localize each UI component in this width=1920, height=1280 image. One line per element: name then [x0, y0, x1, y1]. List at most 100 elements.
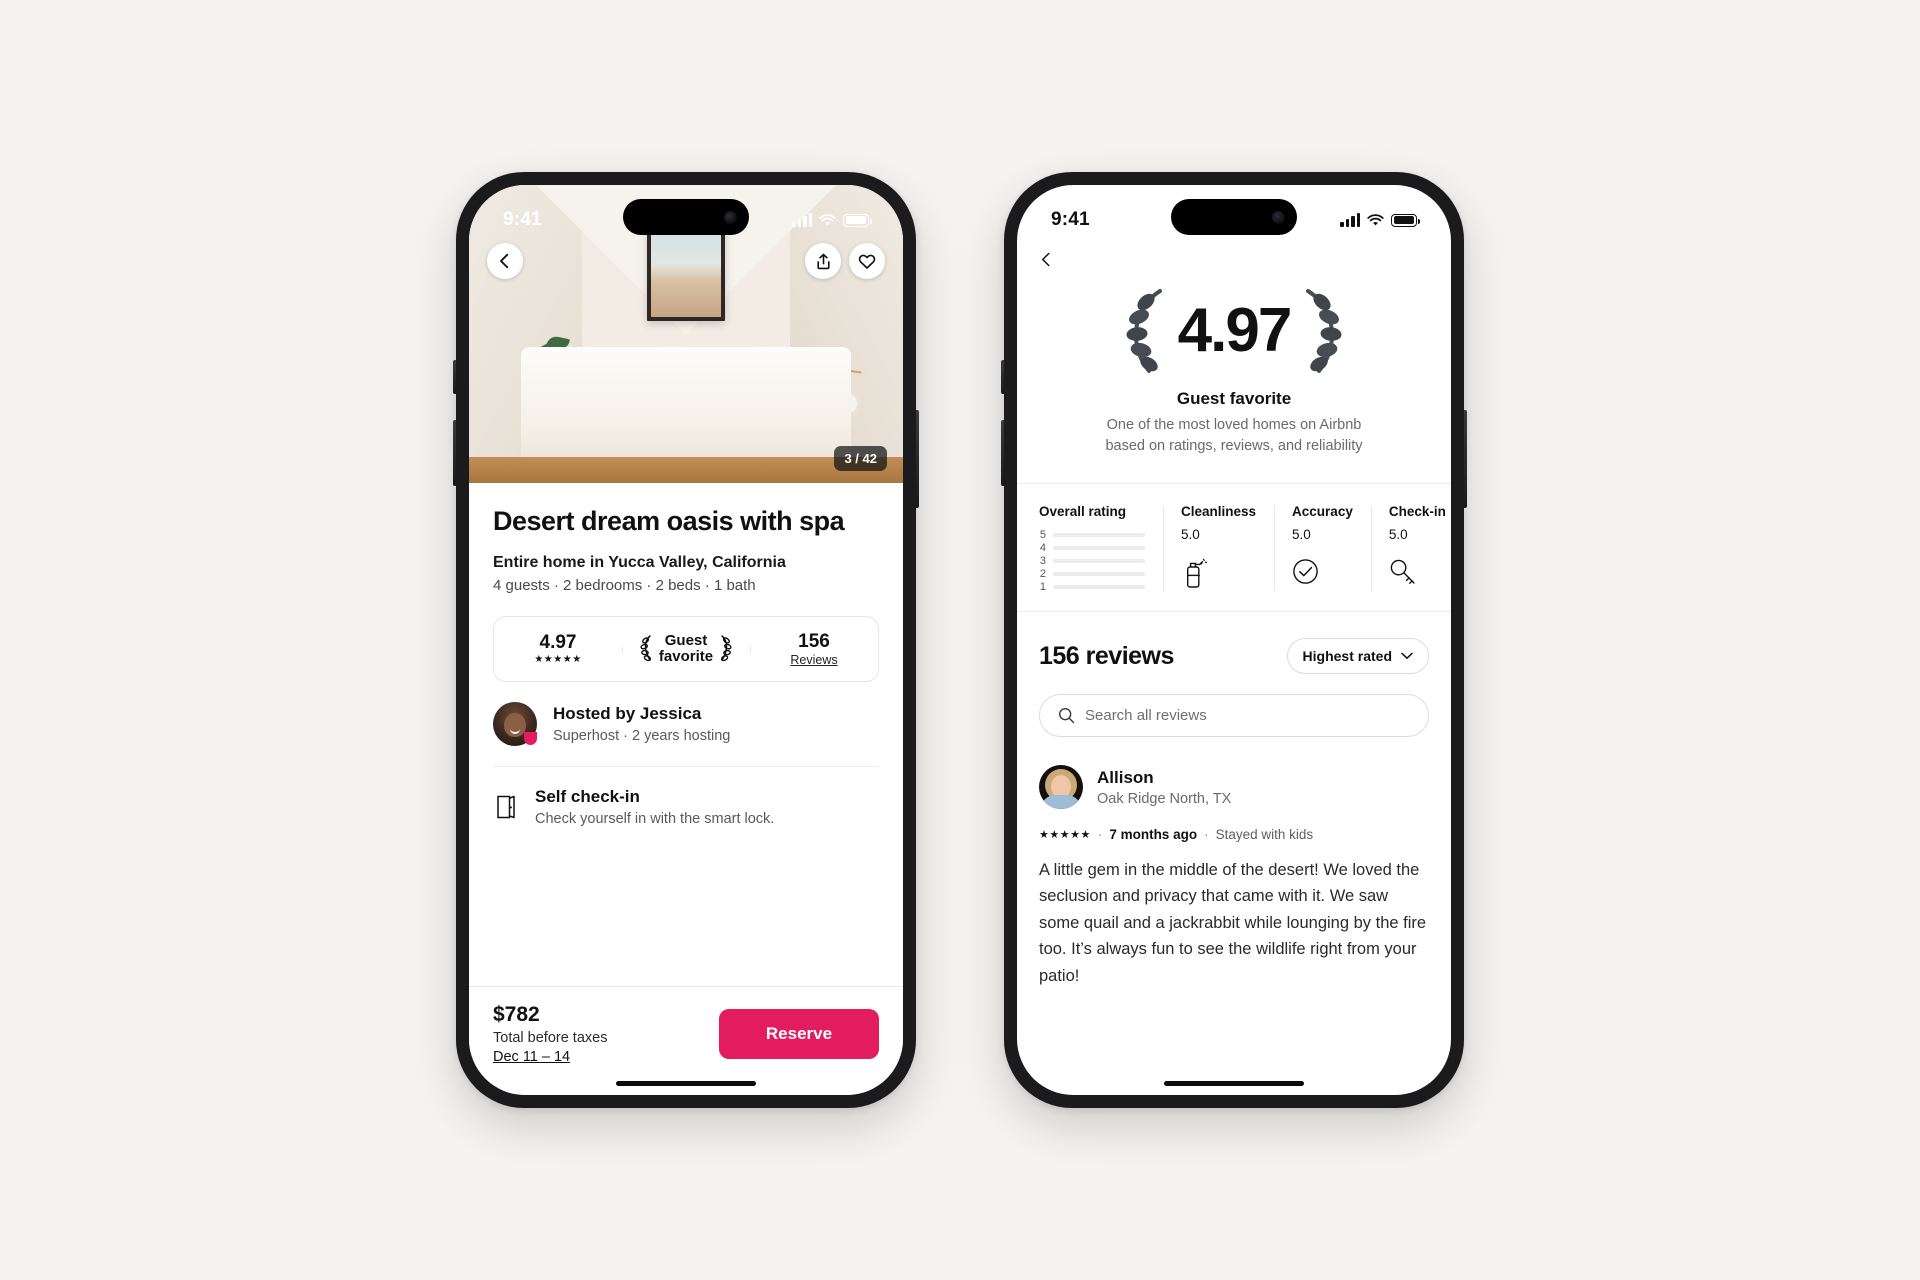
category-cleanliness: Cleanliness 5.0	[1163, 504, 1274, 593]
superhost-badge-icon	[522, 730, 539, 747]
laurel-right-icon	[1306, 289, 1342, 373]
category-value: 5.0	[1181, 527, 1200, 543]
host-meta: Superhost · 2 years hosting	[553, 728, 731, 745]
status-indicators	[1340, 212, 1420, 227]
reviewer-info: Allison Oak Ridge North, TX	[1097, 768, 1231, 807]
dynamic-island	[623, 199, 749, 235]
overall-rating-label: Overall rating	[1039, 504, 1127, 520]
reserve-button[interactable]: Reserve	[719, 1009, 879, 1059]
laurel-wreath-icon	[720, 635, 732, 662]
review-time: 7 months ago	[1109, 827, 1198, 843]
guest-favorite-line2: favorite	[658, 648, 714, 666]
rating-distribution-chart: 54321	[1039, 528, 1145, 593]
power-button[interactable]	[1464, 410, 1467, 508]
rating-bar-row: 5	[1039, 528, 1145, 541]
overall-rating-hero: 4.97	[1039, 285, 1429, 377]
reviewer-name: Allison	[1097, 767, 1154, 787]
meta-separator: ·	[1097, 827, 1103, 843]
rating-bar-track	[1053, 584, 1145, 589]
category-label: Check-in	[1388, 504, 1446, 520]
status-time: 9:41	[1051, 209, 1090, 230]
booking-bar: $782 Total before taxes Dec 11 – 14 Rese…	[469, 986, 903, 1095]
category-value: 5.0	[1292, 527, 1311, 543]
price-block: $782 Total before taxes Dec 11 – 14	[493, 1003, 607, 1065]
self-checkin-title: Self check-in	[535, 787, 640, 807]
front-camera-icon	[1272, 210, 1285, 224]
search-reviews-box[interactable]	[1039, 694, 1429, 738]
chevron-left-icon	[1042, 252, 1050, 266]
rating-bar-row: 3	[1039, 554, 1145, 567]
review-meta: ★★★★★ · 7 months ago · Stayed with kids	[1039, 827, 1429, 842]
category-label: Accuracy	[1292, 504, 1353, 520]
listing-specs: 4 guests · 2 bedrooms · 2 beds · 1 bath	[493, 577, 756, 595]
rating-bar-row: 4	[1039, 541, 1145, 554]
host-info: Hosted by Jessica Superhost · 2 years ho…	[553, 704, 730, 744]
cellular-signal-icon	[792, 212, 812, 227]
review-count-label: Reviews	[790, 652, 838, 667]
rating-bar-row: 2	[1039, 567, 1145, 580]
search-input[interactable]	[1085, 707, 1410, 725]
listing-content: Desert dream oasis with spa Entire home …	[469, 483, 903, 986]
home-indicator	[616, 1081, 756, 1086]
host-row[interactable]: Hosted by Jessica Superhost · 2 years ho…	[493, 682, 879, 768]
battery-icon	[1391, 213, 1420, 227]
overall-rating-score: 4.97	[1177, 296, 1293, 365]
chevron-down-icon	[1401, 652, 1413, 659]
listing-subtitle: Entire home in Yucca Valley, California	[493, 554, 786, 572]
page-title: Desert dream oasis with spa	[493, 506, 845, 536]
category-checkin: Check-in 5.0	[1370, 504, 1451, 593]
share-icon	[816, 253, 830, 269]
dynamic-island	[1171, 199, 1297, 235]
rating-bar-label: 2	[1039, 567, 1046, 580]
wifi-icon	[819, 213, 836, 225]
self-checkin-info: Self check-in Check yourself in with the…	[535, 787, 774, 827]
rating-score: 4.97	[539, 632, 577, 654]
photo-counter: 3 / 42	[834, 446, 887, 471]
rating-bar-track	[1053, 545, 1145, 550]
review-stars: ★★★★★	[1039, 829, 1091, 842]
stay-dates[interactable]: Dec 11 – 14	[493, 1049, 607, 1065]
check-circle-icon	[1292, 558, 1353, 590]
laurel-left-icon	[1126, 289, 1162, 373]
key-icon	[1389, 558, 1446, 591]
review-count: 156	[798, 630, 830, 652]
power-button[interactable]	[916, 410, 919, 508]
door-icon	[493, 795, 519, 819]
heart-icon	[858, 254, 876, 269]
sort-reviews-button[interactable]: Highest rated	[1286, 638, 1429, 675]
review-count-cell[interactable]: 156 Reviews	[750, 632, 878, 667]
review-item: Allison Oak Ridge North, TX ★★★★★ · 7 mo…	[1039, 765, 1429, 989]
rating-bar-row: 1	[1039, 580, 1145, 593]
review-text: A little gem in the middle of the desert…	[1039, 861, 1427, 985]
reviewer-location: Oak Ridge North, TX	[1097, 790, 1232, 807]
host-avatar	[493, 702, 539, 747]
rating-bar-track	[1053, 571, 1145, 576]
total-price: $782	[493, 1003, 540, 1026]
reviewer-avatar	[1039, 765, 1083, 810]
guest-favorite-title: Guest favorite	[1176, 389, 1292, 408]
guest-favorite-line1: Guest	[664, 631, 708, 649]
gf-desc-line2: based on ratings, reviews, and reliabili…	[1105, 438, 1363, 455]
gf-desc-line1: One of the most loved homes on Airbnb	[1106, 417, 1362, 433]
cellular-signal-icon	[1340, 212, 1360, 227]
screenshot-stage: 9:41 3 / 42 Desert dream oasis with spa …	[0, 0, 1920, 1280]
rating-bar-label: 5	[1039, 528, 1046, 541]
category-label: Cleanliness	[1181, 504, 1257, 520]
reviews-toolbar: 156 reviews Highest rated	[1039, 638, 1429, 675]
self-checkin-description: Check yourself in with the smart lock.	[535, 811, 775, 828]
reviews-count-title: 156 reviews	[1039, 641, 1174, 670]
rating-bar-track	[1053, 532, 1145, 537]
host-name: Hosted by Jessica	[553, 704, 702, 724]
category-value: 5.0	[1388, 527, 1408, 543]
rating-breakdown[interactable]: Overall rating 54321 Cleanliness 5.0 Acc…	[1017, 483, 1451, 611]
phone-left: 9:41 3 / 42 Desert dream oasis with spa …	[453, 172, 919, 1108]
reviews-body: 156 reviews Highest rated Search all rev…	[1017, 611, 1451, 1095]
reviews-screen: 9:41 4.97 Guest favorite One of the most…	[1017, 185, 1451, 1095]
guest-favorite-cell: Guest favorite	[622, 631, 750, 667]
overall-rating-column: Overall rating 54321	[1039, 504, 1163, 593]
wifi-icon	[1367, 213, 1384, 225]
self-checkin-row: Self check-in Check yourself in with the…	[493, 767, 879, 847]
rating-summary-card[interactable]: 4.97 ★★★★★ Guest favorite 156 Reviews	[493, 616, 879, 683]
rating-stars: ★★★★★	[534, 654, 582, 666]
review-trip-type: Stayed with kids	[1215, 827, 1314, 843]
